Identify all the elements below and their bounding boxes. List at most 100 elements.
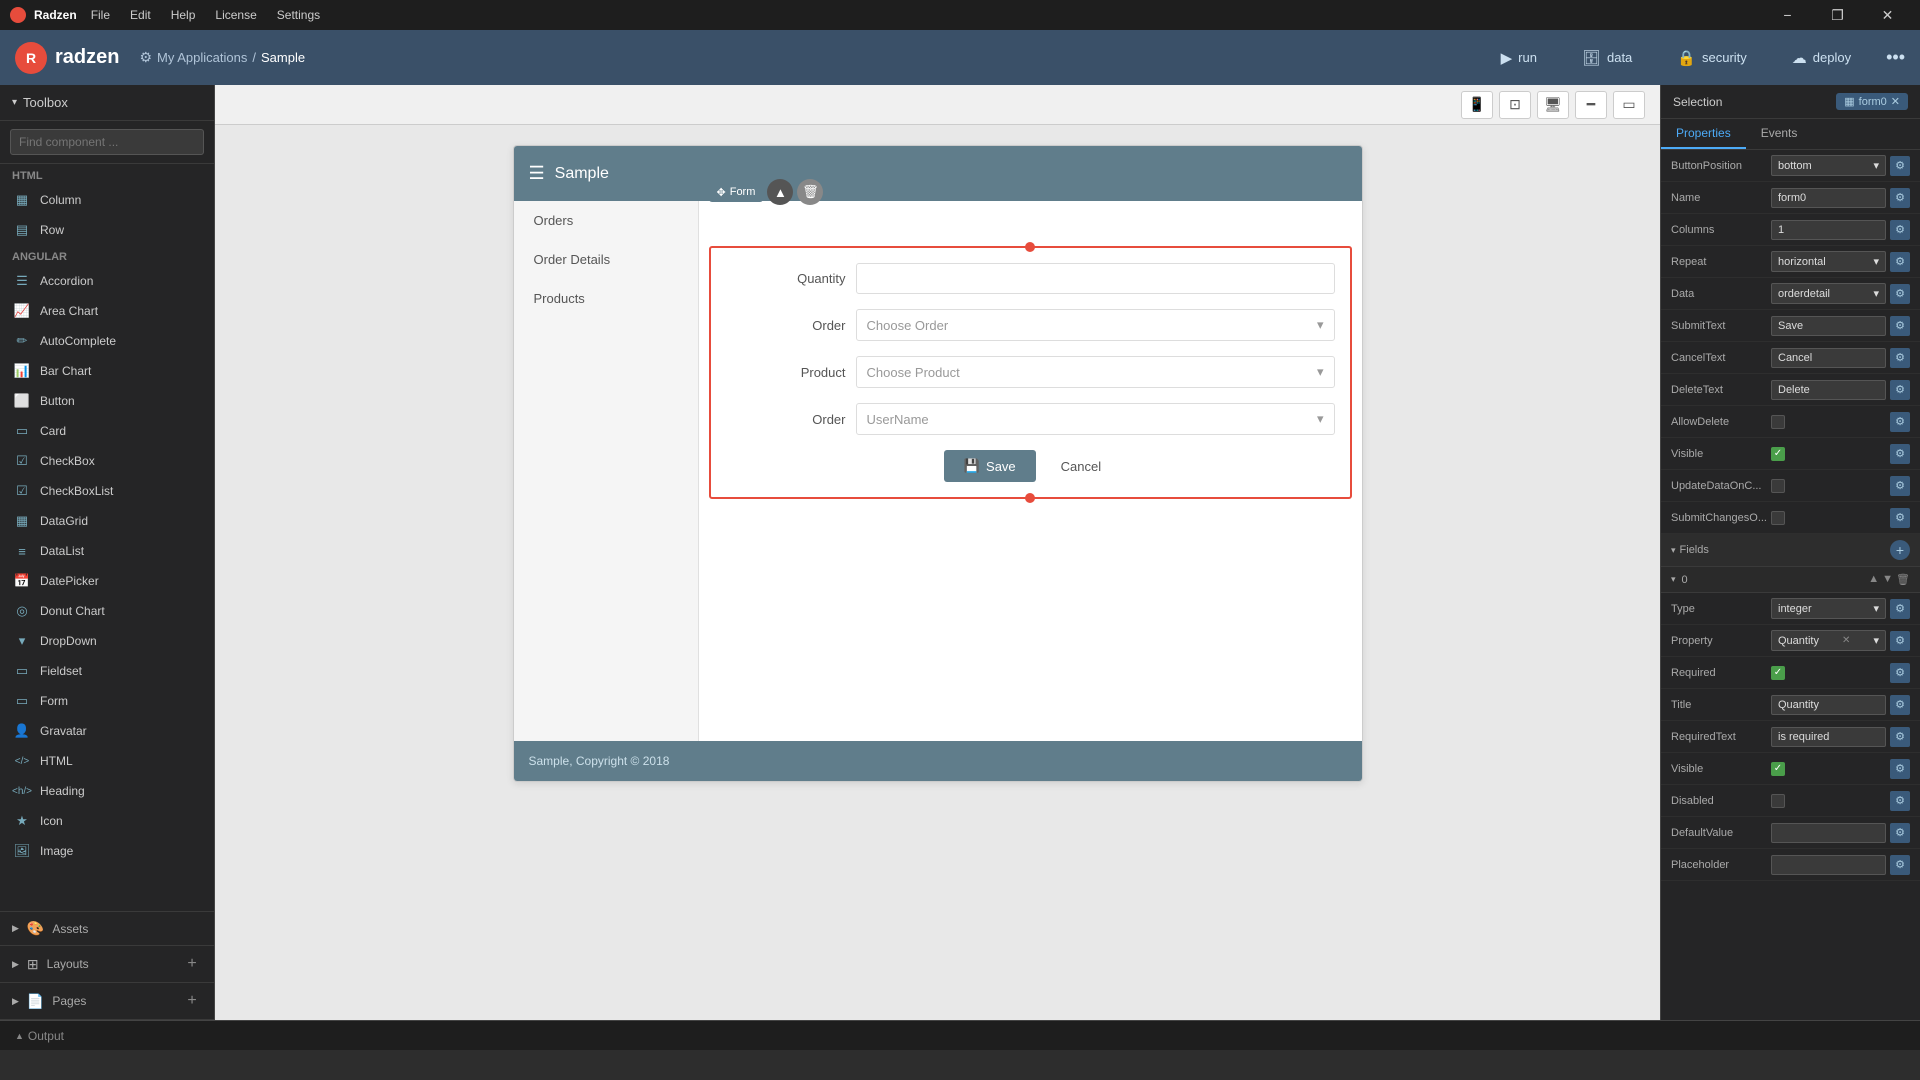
field-0-delete[interactable]: 🗑 [1896,573,1910,586]
required-action[interactable]: ⚙ [1890,663,1910,683]
defaultvalue-action[interactable]: ⚙ [1890,823,1910,843]
rp-close-icon[interactable]: ✕ [1891,95,1900,108]
nav-orders[interactable]: Orders [514,201,698,240]
tab-events[interactable]: Events [1746,119,1813,149]
visible-action[interactable]: ⚙ [1890,444,1910,464]
requiredtext-action[interactable]: ⚙ [1890,727,1910,747]
tablet-view-button[interactable]: ⊡ [1499,91,1531,119]
nav-products[interactable]: Products [514,279,698,318]
type-action[interactable]: ⚙ [1890,599,1910,619]
save-button[interactable]: 💾 Save [944,450,1036,482]
allowdelete-checkbox[interactable] [1771,415,1785,429]
toolbox-item-datalist[interactable]: ≡ DataList [0,536,214,566]
submittext-action[interactable]: ⚙ [1890,316,1910,336]
order-dropdown[interactable]: Choose Order ▾ [856,309,1335,341]
layouts-new-button[interactable]: + [182,954,202,974]
cancel-button[interactable]: Cancel [1046,450,1116,482]
toolbox-item-row[interactable]: ▤ Row [0,215,214,245]
form-resize-top[interactable] [1025,242,1035,252]
toolbox-item-bar-chart[interactable]: 📊 Bar Chart [0,356,214,386]
requiredtext-input[interactable] [1771,727,1886,747]
menu-edit[interactable]: Edit [124,5,157,25]
menu-file[interactable]: File [85,5,116,25]
toolbox-item-checkbox[interactable]: ☑ CheckBox [0,446,214,476]
fields-add-button[interactable]: + [1890,540,1910,560]
form-resize-bottom[interactable] [1025,493,1035,503]
toolbox-item-html[interactable]: </> HTML [0,746,214,776]
toolbox-item-image[interactable]: 🖼 Image [0,836,214,866]
type-select[interactable]: integer ▾ [1771,598,1886,619]
toolbox-item-datagrid[interactable]: ▦ DataGrid [0,506,214,536]
output-button[interactable]: ▲ Output [15,1029,64,1043]
maximize-button[interactable]: ❐ [1815,0,1860,30]
toolbox-item-card[interactable]: ▭ Card [0,416,214,446]
username-dropdown[interactable]: UserName ▾ [856,403,1335,435]
toolbox-item-donut-chart[interactable]: ◎ Donut Chart [0,596,214,626]
menu-help[interactable]: Help [165,5,202,25]
form-badge[interactable]: ✥ Form [709,183,764,202]
toolbox-item-button[interactable]: ⬜ Button [0,386,214,416]
minimize-button[interactable]: − [1765,0,1810,30]
toolbox-item-area-chart[interactable]: 📈 Area Chart [0,296,214,326]
data-select[interactable]: orderdetail ▾ [1771,283,1886,304]
toolbox-item-form[interactable]: ▭ Form [0,686,214,716]
title-action[interactable]: ⚙ [1890,695,1910,715]
pages-section[interactable]: ▶ 📄 Pages + [0,983,214,1020]
visible-checkbox[interactable]: ✓ [1771,447,1785,461]
title-input[interactable] [1771,695,1886,715]
buttonposition-action[interactable]: ⚙ [1890,156,1910,176]
toolbox-item-icon[interactable]: ★ Icon [0,806,214,836]
data-button[interactable]: 🗄 data [1572,44,1642,72]
form-delete-button[interactable]: 🗑 [797,179,823,205]
nav-order-details[interactable]: Order Details [514,240,698,279]
columns-input[interactable] [1771,220,1886,240]
toolbox-item-checkboxlist[interactable]: ☑ CheckBoxList [0,476,214,506]
deploy-button[interactable]: ☁ deploy [1782,44,1861,72]
defaultvalue-input[interactable] [1771,823,1886,843]
updatedataonc-checkbox[interactable] [1771,479,1785,493]
toolbox-item-autocomplete[interactable]: ✏ AutoComplete [0,326,214,356]
assets-section[interactable]: ▶ 🎨 Assets [0,912,214,946]
pages-new-button[interactable]: + [182,991,202,1011]
deletetext-input[interactable] [1771,380,1886,400]
name-input[interactable] [1771,188,1886,208]
full-view-button[interactable]: ▭ [1613,91,1645,119]
breadcrumb-app[interactable]: My Applications [157,50,247,65]
toolbox-item-heading[interactable]: <h/> Heading [0,776,214,806]
canceltext-action[interactable]: ⚙ [1890,348,1910,368]
security-button[interactable]: 🔒 security [1667,44,1756,72]
product-dropdown[interactable]: Choose Product ▾ [856,356,1335,388]
wide-view-button[interactable]: ━ [1575,91,1607,119]
toolbox-item-datepicker[interactable]: 📅 DatePicker [0,566,214,596]
toolbox-item-accordion[interactable]: ☰ Accordion [0,266,214,296]
close-button[interactable]: ✕ [1865,0,1910,30]
tab-properties[interactable]: Properties [1661,119,1746,149]
field-visible-checkbox[interactable]: ✓ [1771,762,1785,776]
updatedataonc-action[interactable]: ⚙ [1890,476,1910,496]
more-button[interactable]: ••• [1886,47,1905,68]
property-action[interactable]: ⚙ [1890,631,1910,651]
quantity-input[interactable] [856,263,1335,294]
submitchangeso-action[interactable]: ⚙ [1890,508,1910,528]
layouts-section[interactable]: ▶ ⊞ Layouts + [0,946,214,983]
placeholder-action[interactable]: ⚙ [1890,855,1910,875]
canceltext-input[interactable] [1771,348,1886,368]
component-search-input[interactable] [10,129,204,155]
data-action[interactable]: ⚙ [1890,284,1910,304]
run-button[interactable]: ▶ run [1491,44,1547,72]
property-remove-icon[interactable]: ✕ [1842,635,1850,646]
submitchangeso-checkbox[interactable] [1771,511,1785,525]
submittext-input[interactable] [1771,316,1886,336]
buttonposition-select[interactable]: bottom ▾ [1771,155,1886,176]
toolbox-item-gravatar[interactable]: 👤 Gravatar [0,716,214,746]
repeat-select[interactable]: horizontal ▾ [1771,251,1886,272]
form-up-button[interactable]: ▲ [767,179,793,205]
toolbox-item-column[interactable]: ▦ Column [0,185,214,215]
menu-license[interactable]: License [209,5,262,25]
mobile-view-button[interactable]: 📱 [1461,91,1493,119]
disabled-action[interactable]: ⚙ [1890,791,1910,811]
property-select[interactable]: Quantity ✕ ▾ [1771,630,1886,651]
field-visible-action[interactable]: ⚙ [1890,759,1910,779]
columns-action[interactable]: ⚙ [1890,220,1910,240]
field-0-up[interactable]: ▲ [1868,573,1879,586]
